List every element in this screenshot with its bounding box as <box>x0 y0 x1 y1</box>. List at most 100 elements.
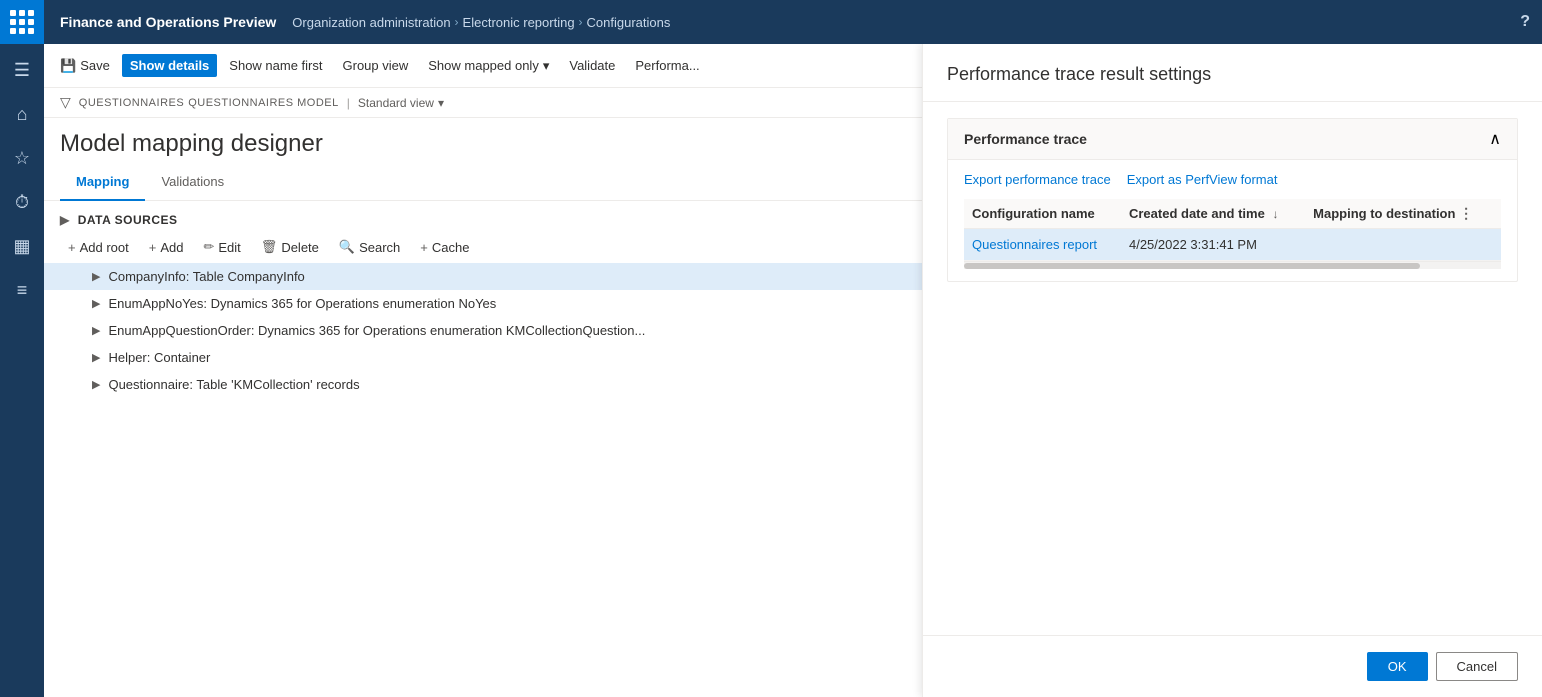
ds-item-4[interactable]: ▶ Questionnaire: Table 'KMCollection' re… <box>44 371 922 398</box>
table-row[interactable]: Questionnaires report 4/25/2022 3:31:41 … <box>964 229 1501 261</box>
ds-item-label-3: Helper: Container <box>108 350 210 365</box>
section-header[interactable]: Performance trace ∧ <box>948 119 1517 160</box>
help-icon[interactable]: ? <box>1520 13 1530 31</box>
search-label: Search <box>359 240 400 255</box>
data-sources-area: ▶ DATA SOURCES + Add root + Add ✏ Edit 🗑 <box>44 201 922 697</box>
expand-icon-1: ▶ <box>92 297 100 310</box>
ds-expand-icon[interactable]: ▶ <box>60 213 70 227</box>
breadcrumb-item-1[interactable]: Electronic reporting <box>463 15 575 30</box>
sidebar-list-icon[interactable]: ≡ <box>0 268 44 312</box>
scrollbar-thumb[interactable] <box>964 263 1420 269</box>
content-area: 💾 Save Show details Show name first Grou… <box>44 44 922 697</box>
validate-button[interactable]: Validate <box>561 54 623 77</box>
view-selector[interactable]: Standard view ▾ <box>358 96 444 110</box>
page-header: Model mapping designer <box>44 118 922 166</box>
sidebar-recent-icon[interactable]: ⏱ <box>0 180 44 224</box>
view-chevron-icon: ▾ <box>438 96 444 110</box>
table-header-row: Configuration name Created date and time… <box>964 199 1501 229</box>
app-title: Finance and Operations Preview <box>44 14 292 30</box>
search-button[interactable]: 🔍 Search <box>331 235 408 259</box>
tab-validations[interactable]: Validations <box>145 166 240 201</box>
edit-icon: ✏ <box>203 239 214 255</box>
delete-button[interactable]: 🗑 Delete <box>253 235 327 259</box>
performance-label: Performa... <box>635 58 699 73</box>
breadcrumb-seg2: QUESTIONNAIRES MODEL <box>188 97 339 109</box>
sidebar-calendar-icon[interactable]: ▦ <box>0 224 44 268</box>
expand-icon-2: ▶ <box>92 324 100 337</box>
ds-item-2[interactable]: ▶ EnumAppQuestionOrder: Dynamics 365 for… <box>44 317 922 344</box>
sidebar-home-icon[interactable]: ⌂ <box>0 92 44 136</box>
col-more-icon[interactable]: ⋮ <box>1459 205 1473 221</box>
ds-item-1[interactable]: ▶ EnumAppNoYes: Dynamics 365 for Operati… <box>44 290 922 317</box>
ds-actions: + Add root + Add ✏ Edit 🗑 Delete 🔍 S <box>44 231 922 263</box>
filter-icon[interactable]: ▽ <box>60 94 71 111</box>
ds-item-label-0: CompanyInfo: Table CompanyInfo <box>108 269 304 284</box>
export-perf-link[interactable]: Export as PerfView format <box>1127 172 1278 187</box>
right-panel-footer: OK Cancel <box>923 635 1542 697</box>
tabs: Mapping Validations <box>44 166 922 201</box>
expand-icon-4: ▶ <box>92 378 100 391</box>
expand-icon-0: ▶ <box>92 270 100 283</box>
content-breadcrumb: ▽ QUESTIONNAIRES QUESTIONNAIRES MODEL | … <box>44 88 922 118</box>
table-header: Configuration name Created date and time… <box>964 199 1501 229</box>
cell-mapping <box>1305 229 1501 261</box>
delete-icon: 🗑 <box>261 239 278 255</box>
sidebar-favorites-icon[interactable]: ☆ <box>0 136 44 180</box>
breadcrumb-divider: | <box>347 96 350 110</box>
table-body: Questionnaires report 4/25/2022 3:31:41 … <box>964 229 1501 261</box>
section-collapse-icon: ∧ <box>1489 129 1501 149</box>
add-button[interactable]: + Add <box>141 236 192 259</box>
horizontal-scrollbar[interactable] <box>964 261 1501 269</box>
show-mapped-only-label: Show mapped only <box>428 58 539 73</box>
show-name-first-button[interactable]: Show name first <box>221 54 330 77</box>
section-title: Performance trace <box>964 131 1087 147</box>
config-name-link[interactable]: Questionnaires report <box>972 237 1097 252</box>
right-panel-header: Performance trace result settings <box>923 44 1542 102</box>
top-nav: Finance and Operations Preview Organizat… <box>0 0 1542 44</box>
group-view-label: Group view <box>343 58 409 73</box>
cache-button[interactable]: + Cache <box>412 236 477 259</box>
toolbar: 💾 Save Show details Show name first Grou… <box>44 44 922 88</box>
col-mapping: Mapping to destination ⋮ <box>1305 199 1501 229</box>
cell-created-date: 4/25/2022 3:31:41 PM <box>1121 229 1305 261</box>
show-details-button[interactable]: Show details <box>122 54 217 77</box>
breadcrumb-sep-0: › <box>455 15 459 29</box>
apps-button[interactable] <box>0 0 44 44</box>
sort-desc-icon: ↓ <box>1272 207 1278 221</box>
tab-mapping[interactable]: Mapping <box>60 166 145 201</box>
add-label: Add <box>160 240 183 255</box>
breadcrumb-item-2[interactable]: Configurations <box>587 15 671 30</box>
ds-item-label-4: Questionnaire: Table 'KMCollection' reco… <box>108 377 359 392</box>
panel-table: Configuration name Created date and time… <box>964 199 1501 261</box>
save-button[interactable]: 💾 Save <box>52 54 118 78</box>
ds-item-3[interactable]: ▶ Helper: Container <box>44 344 922 371</box>
show-mapped-only-button[interactable]: Show mapped only ▾ <box>420 54 557 78</box>
add-root-button[interactable]: + Add root <box>60 236 137 259</box>
breadcrumb: Organization administration › Electronic… <box>292 15 670 30</box>
export-trace-link[interactable]: Export performance trace <box>964 172 1111 187</box>
cancel-button[interactable]: Cancel <box>1436 652 1518 681</box>
add-root-label: Add root <box>80 240 129 255</box>
ok-button[interactable]: OK <box>1367 652 1428 681</box>
breadcrumb-seg1: QUESTIONNAIRES <box>79 97 184 109</box>
performance-button[interactable]: Performa... <box>627 54 707 77</box>
cache-icon: + <box>420 240 428 255</box>
breadcrumb-item-0[interactable]: Organization administration <box>292 15 450 30</box>
top-nav-right: ? <box>1520 13 1542 31</box>
page-title: Model mapping designer <box>60 130 906 158</box>
cell-config-name: Questionnaires report <box>964 229 1121 261</box>
sidebar: ☰ ⌂ ☆ ⏱ ▦ ≡ <box>0 44 44 697</box>
edit-button[interactable]: ✏ Edit <box>195 235 248 259</box>
ds-item-0[interactable]: ▶ CompanyInfo: Table CompanyInfo <box>44 263 922 290</box>
ds-header-label: DATA SOURCES <box>78 213 178 227</box>
show-name-first-label: Show name first <box>229 58 322 73</box>
sidebar-menu-icon[interactable]: ☰ <box>0 48 44 92</box>
performance-trace-section: Performance trace ∧ Export performance t… <box>947 118 1518 282</box>
col-created-date[interactable]: Created date and time ↓ <box>1121 199 1305 229</box>
breadcrumb-sep-1: › <box>579 15 583 29</box>
group-view-button[interactable]: Group view <box>335 54 417 77</box>
apps-grid-icon <box>10 10 34 34</box>
edit-label: Edit <box>218 240 240 255</box>
ds-item-label-1: EnumAppNoYes: Dynamics 365 for Operation… <box>108 296 496 311</box>
search-icon: 🔍 <box>339 239 355 255</box>
